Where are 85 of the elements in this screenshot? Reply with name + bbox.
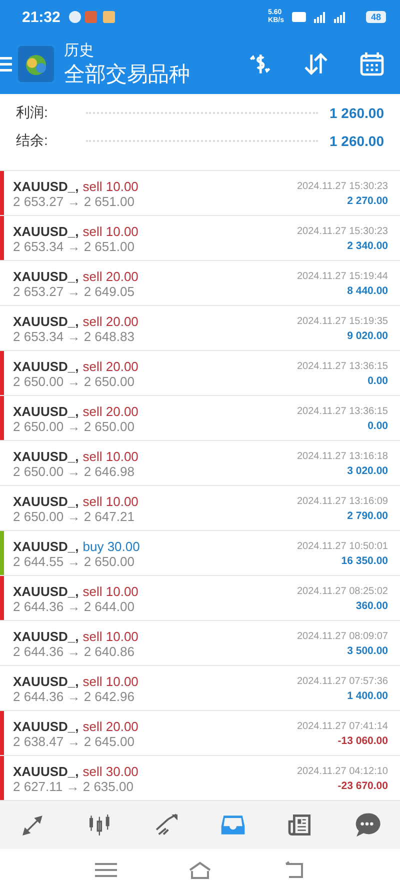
deal-prices: 2 627.11 → 2 635.00 <box>13 779 134 794</box>
deal-prices: 2 644.36 → 2 640.86 <box>13 644 136 659</box>
deal-time: 2024.11.27 13:36:15 <box>296 406 388 417</box>
deal-profit: 2 790.00 <box>347 510 388 522</box>
deal-profit: 0.00 <box>368 420 388 432</box>
calendar-icon <box>358 50 386 78</box>
deal-profit: -23 670.00 <box>338 780 388 792</box>
deal-time: 2024.11.27 15:19:44 <box>296 271 388 282</box>
summary-value: 1 260.00 <box>330 133 384 149</box>
deal-profit: 360.00 <box>356 600 388 612</box>
deal-order: sell 20.00 <box>82 719 138 734</box>
deal-time: 2024.11.27 15:30:23 <box>296 181 388 192</box>
deal-order: sell 10.00 <box>82 449 138 464</box>
menu-icon[interactable] <box>95 862 118 878</box>
deal-order: sell 20.00 <box>82 314 138 329</box>
deal-profit: 3 500.00 <box>347 645 388 657</box>
deal-profit: 2 340.00 <box>347 240 388 252</box>
deal-symbol: XAUUSD_, <box>13 359 79 374</box>
deal-profit: 0.00 <box>368 375 388 387</box>
deal-profit: 1 400.00 <box>347 690 388 702</box>
deal-symbol: XAUUSD_, <box>13 764 79 779</box>
deal-prices: 2 653.34 → 2 648.83 <box>13 329 136 344</box>
deal-order: sell 20.00 <box>82 404 138 419</box>
deal-prices: 2 653.34 → 2 651.00 <box>13 239 136 254</box>
deal-order: sell 10.00 <box>82 584 138 599</box>
deal-order: sell 10.00 <box>82 674 138 689</box>
deal-prices: 2 650.00 → 2 650.00 <box>13 419 136 434</box>
deal-time: 2024.11.27 04:12:10 <box>296 766 388 777</box>
deal-profit: 16 350.00 <box>341 555 388 567</box>
deal-order: sell 30.00 <box>82 764 138 779</box>
sort-arrows-icon <box>302 50 330 78</box>
home-icon[interactable] <box>188 860 212 879</box>
deal-prices: 2 638.47 → 2 645.00 <box>13 734 136 749</box>
deal-order: buy 30.00 <box>82 539 140 554</box>
menu-icon[interactable] <box>0 55 12 73</box>
deal-prices: 2 644.36 → 2 644.00 <box>13 599 136 614</box>
deal-symbol: XAUUSD_, <box>13 314 79 329</box>
deal-symbol: XAUUSD_, <box>13 179 79 194</box>
deal-symbol: XAUUSD_, <box>13 404 79 419</box>
deal-time: 2024.11.27 07:57:36 <box>296 676 388 687</box>
deal-order: sell 10.00 <box>82 629 138 644</box>
app-logo <box>18 46 54 82</box>
deal-time: 2024.11.27 13:16:09 <box>296 496 388 507</box>
deal-symbol: XAUUSD_, <box>13 674 79 689</box>
deal-symbol: XAUUSD_, <box>13 719 79 734</box>
screen-title: 历史 <box>64 40 95 60</box>
deal-profit: 3 020.00 <box>347 465 388 477</box>
deal-order: sell 10.00 <box>82 494 138 509</box>
deal-prices: 2 644.55 → 2 650.00 <box>13 554 136 569</box>
deal-symbol: XAUUSD_, <box>13 269 79 284</box>
deal-profit: 2 270.00 <box>347 195 388 207</box>
deal-time: 2024.11.27 08:25:02 <box>296 586 388 597</box>
deal-profit: -13 060.00 <box>338 735 388 747</box>
symbol-filter[interactable]: 全部交易品种 <box>64 60 232 88</box>
deal-prices: 2 650.00 → 2 650.00 <box>13 374 136 389</box>
deal-symbol: XAUUSD_, <box>13 539 79 554</box>
back-icon[interactable] <box>282 860 305 879</box>
deal-symbol: XAUUSD_, <box>13 629 79 644</box>
deal-order: sell 20.00 <box>82 359 138 374</box>
deal-symbol: XAUUSD_, <box>13 449 79 464</box>
deal-time: 2024.11.27 10:50:01 <box>296 541 388 552</box>
deal-prices: 2 650.00 → 2 646.98 <box>13 464 136 479</box>
deal-symbol: XAUUSD_, <box>13 584 79 599</box>
deal-prices: 2 653.27 → 2 649.05 <box>13 284 136 299</box>
deal-prices: 2 653.27 → 2 651.00 <box>13 194 136 209</box>
deal-symbol: XAUUSD_, <box>13 494 79 509</box>
summary-value: 1 260.00 <box>330 105 384 121</box>
deal-order: sell 10.00 <box>82 224 138 239</box>
battery-level: 48 <box>366 11 386 23</box>
deal-time: 2024.11.27 08:09:07 <box>296 631 388 642</box>
deal-time: 2024.11.27 13:16:18 <box>296 451 388 462</box>
status-time: 21:32 <box>22 8 60 26</box>
deal-profit: 8 440.00 <box>347 285 388 297</box>
summary-label: 利润: <box>16 104 49 122</box>
deal-order: sell 20.00 <box>82 269 138 284</box>
deal-time: 2024.11.27 07:41:14 <box>296 721 388 732</box>
deal-prices: 2 650.00 → 2 647.21 <box>13 509 136 524</box>
deal-time: 2024.11.27 15:30:23 <box>296 226 388 237</box>
deal-profit: 9 020.00 <box>347 330 388 342</box>
summary-label: 结余: <box>16 132 49 150</box>
deal-prices: 2 644.36 → 2 642.96 <box>13 689 136 704</box>
deal-order: sell 10.00 <box>82 179 138 194</box>
deal-symbol: XAUUSD_, <box>13 224 79 239</box>
deal-time: 2024.11.27 15:19:35 <box>296 316 388 327</box>
deal-time: 2024.11.27 13:36:15 <box>296 361 388 372</box>
